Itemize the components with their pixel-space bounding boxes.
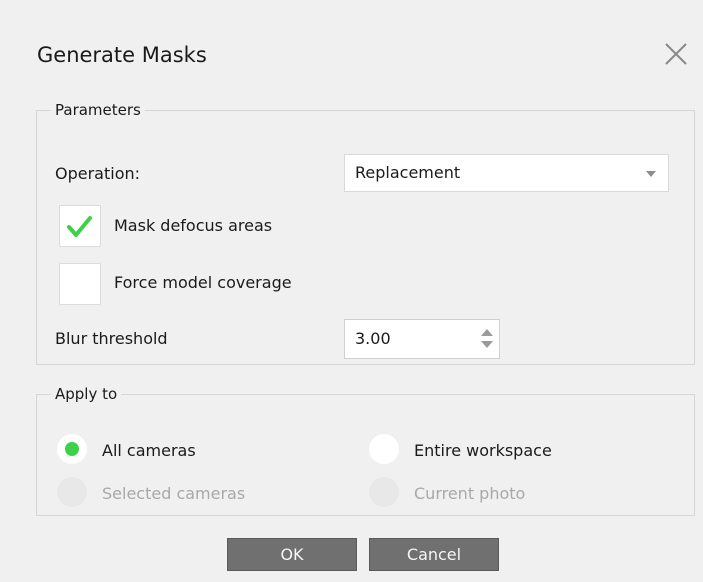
radio-selected-cameras [57, 477, 87, 507]
radio-current-photo [369, 477, 399, 507]
blur-threshold-spinbox[interactable]: 3.00 [344, 319, 500, 359]
radio-selected-cameras-label: Selected cameras [102, 484, 246, 503]
ok-button[interactable]: OK [227, 538, 357, 571]
cancel-button[interactable]: Cancel [369, 538, 499, 571]
radio-all-cameras[interactable] [57, 434, 87, 464]
dialog-title: Generate Masks [37, 43, 207, 67]
operation-label: Operation: [55, 164, 141, 183]
radio-all-cameras-label: All cameras [102, 441, 196, 460]
parameters-group: Parameters Operation: Replacement Mask d… [36, 101, 695, 365]
mask-defocus-label: Mask defocus areas [114, 216, 273, 235]
operation-select[interactable]: Replacement [344, 154, 669, 192]
radio-entire-workspace[interactable] [369, 434, 399, 464]
mask-defocus-checkbox[interactable] [59, 205, 101, 247]
operation-select-value: Replacement [355, 163, 461, 182]
spin-up-icon[interactable] [481, 329, 493, 336]
force-coverage-checkbox[interactable] [59, 263, 101, 305]
generate-masks-dialog: Generate Masks Parameters Operation: Rep… [0, 0, 703, 582]
close-icon[interactable] [660, 38, 692, 70]
radio-entire-workspace-label: Entire workspace [414, 441, 552, 460]
check-icon [67, 216, 92, 237]
parameters-legend: Parameters [55, 101, 141, 119]
blur-threshold-label: Blur threshold [55, 329, 168, 348]
force-coverage-label: Force model coverage [114, 273, 292, 292]
chevron-down-icon [646, 171, 656, 177]
spin-down-icon[interactable] [481, 341, 493, 348]
apply-to-legend: Apply to [55, 385, 118, 403]
apply-to-group: Apply to All cameras Entire workspace Se… [36, 385, 695, 516]
blur-threshold-value: 3.00 [355, 329, 391, 348]
radio-current-photo-label: Current photo [414, 484, 526, 503]
